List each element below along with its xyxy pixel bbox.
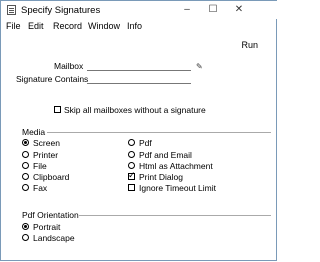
orientation-landscape-radio[interactable] (22, 234, 29, 241)
ignore-timeout-checkbox[interactable] (128, 184, 135, 191)
media-group-title: Media (22, 127, 46, 137)
media-clipboard-label: Clipboard (33, 172, 70, 182)
skip-mailboxes-checkbox[interactable] (54, 106, 61, 113)
paste-special-icon[interactable]: ✎ (196, 62, 203, 71)
signature-contains-field[interactable] (87, 74, 191, 84)
pdf-orientation-group-title: Pdf Orientation (22, 210, 79, 220)
mailbox-field[interactable] (87, 61, 191, 71)
menu-info[interactable]: Info (127, 21, 142, 31)
media-screen-label: Screen (33, 138, 60, 148)
orientation-portrait-radio[interactable] (22, 223, 29, 230)
close-button[interactable]: ✕ (226, 1, 252, 19)
media-screen-radio[interactable] (22, 139, 29, 146)
media-pdf-email-label: Pdf and Email (139, 150, 192, 160)
pdf-orientation-divider (79, 215, 271, 216)
orientation-portrait-label: Portrait (33, 222, 61, 232)
menu-file[interactable]: File (6, 21, 21, 31)
minimize-button[interactable]: – (174, 1, 200, 19)
media-printer-radio[interactable] (22, 151, 29, 158)
media-fax-label: Fax (33, 183, 48, 193)
ignore-timeout-label: Ignore Timeout Limit (139, 183, 217, 193)
mailbox-label: Mailbox (54, 61, 84, 71)
media-html-attachment-label: Html as Attachment (139, 161, 213, 171)
media-divider (47, 132, 271, 133)
media-clipboard-radio[interactable] (22, 173, 29, 180)
title-bar[interactable]: Specify Signatures – ☐ ✕ (1, 1, 277, 19)
menu-bar: File Edit Record Window Info (1, 19, 277, 33)
print-dialog-checkbox[interactable] (128, 170, 136, 181)
menu-window[interactable]: Window (88, 21, 120, 31)
media-fax-radio[interactable] (22, 184, 29, 191)
window-title: Specify Signatures (21, 5, 101, 16)
run-button[interactable]: Run (241, 40, 258, 50)
menu-edit[interactable]: Edit (28, 21, 44, 31)
media-file-radio[interactable] (22, 162, 29, 169)
media-file-label: File (33, 161, 47, 171)
specify-signatures-window: Specify Signatures – ☐ ✕ File Edit Recor… (0, 0, 277, 261)
print-dialog-label: Print Dialog (139, 172, 183, 182)
media-pdf-label: Pdf (139, 138, 152, 148)
maximize-button[interactable]: ☐ (200, 1, 226, 19)
media-pdf-email-radio[interactable] (128, 151, 135, 158)
menu-record[interactable]: Record (53, 21, 82, 31)
media-pdf-radio[interactable] (128, 139, 135, 146)
media-printer-label: Printer (33, 150, 59, 160)
media-html-attachment-radio[interactable] (128, 162, 135, 169)
orientation-landscape-label: Landscape (33, 233, 75, 243)
skip-mailboxes-label: Skip all mailboxes without a signature (64, 105, 206, 115)
document-icon (7, 5, 16, 15)
signature-contains-label: Signature Contains (16, 74, 89, 84)
